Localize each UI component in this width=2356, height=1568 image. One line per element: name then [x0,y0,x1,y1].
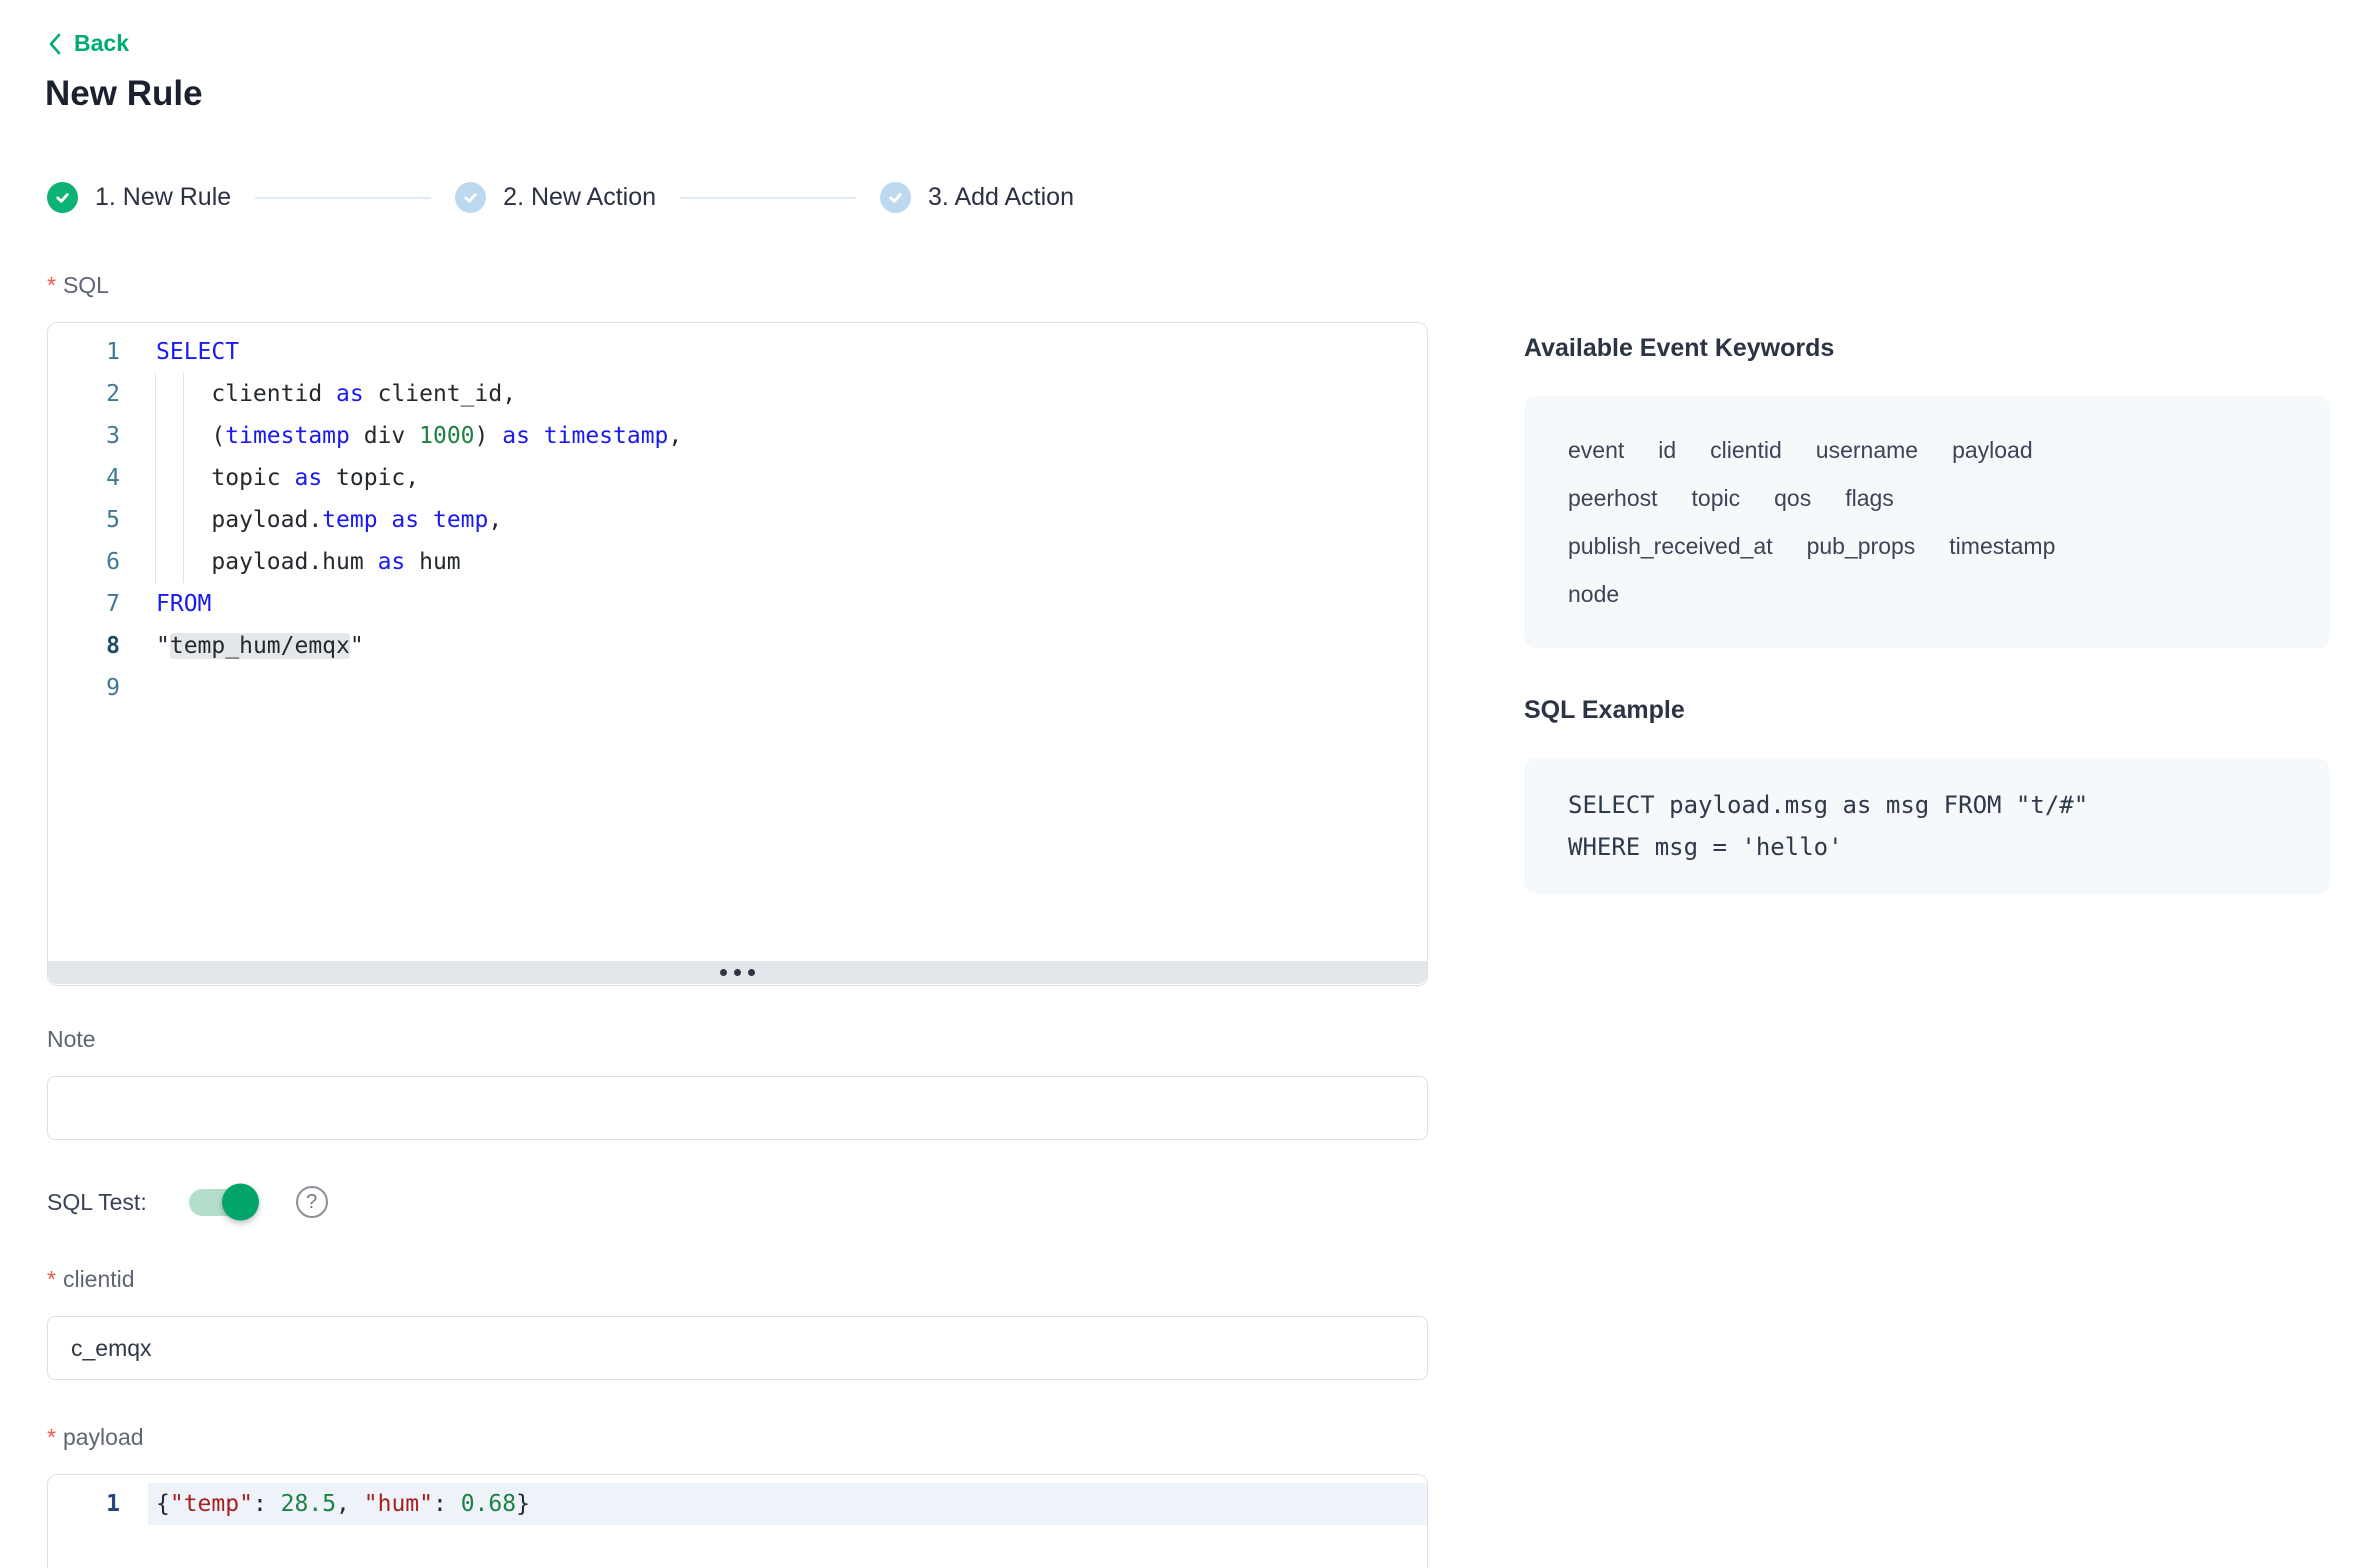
code-text: topic as topic, [148,457,1427,499]
keyword-id[interactable]: id [1658,426,1676,474]
line-number: 8 [48,625,148,667]
step-2-check-icon [455,182,486,213]
keyword-timestamp[interactable]: timestamp [1949,522,2055,570]
editor-resize-handle[interactable] [48,961,1427,984]
step-new-rule: 1. New Rule [47,182,231,213]
keyword-peerhost[interactable]: peerhost [1568,474,1658,522]
required-mark: * [47,1424,56,1450]
step-2-label: 2. New Action [503,183,656,212]
code-text: "temp_hum/emqx" [148,625,1427,667]
line-number: 1 [48,331,148,373]
code-line-3[interactable]: 3 (timestamp div 1000) as timestamp, [48,415,1427,457]
line-number: 9 [48,667,148,709]
keyword-row: node [1568,570,2286,618]
keyword-pub_props[interactable]: pub_props [1807,522,1916,570]
code-line-1[interactable]: 1SELECT [48,331,1427,373]
toggle-knob [222,1184,259,1221]
sql-field-label: *SQL [47,272,109,299]
keyword-flags[interactable]: flags [1845,474,1894,522]
code-line-8[interactable]: 8"temp_hum/emqx" [48,625,1427,667]
keyword-clientid[interactable]: clientid [1710,426,1782,474]
step-1-label: 1. New Rule [95,183,231,212]
back-button[interactable]: Back [47,30,129,57]
handle-dot [748,969,755,976]
indent-guide [183,373,184,583]
payload-field-label: *payload [47,1424,144,1451]
code-line-5[interactable]: 5 payload.temp as temp, [48,499,1427,541]
step-3-check-icon [880,182,911,213]
code-text: {"temp": 28.5, "hum": 0.68} [148,1483,1427,1525]
keyword-row: eventid clientid username payload [1568,426,2286,474]
required-mark: * [47,272,56,298]
step-3-label: 3. Add Action [928,183,1074,212]
keyword-qos[interactable]: qos [1774,474,1811,522]
step-1-check-icon [47,182,78,213]
payload-editor[interactable]: 1{"temp": 28.5, "hum": 0.68} [47,1474,1428,1568]
line-number: 6 [48,541,148,583]
code-line-7[interactable]: 7FROM [48,583,1427,625]
line-number: 1 [48,1483,148,1525]
step-connector [255,197,431,199]
line-number: 5 [48,499,148,541]
step-connector [680,197,856,199]
keyword-topic[interactable]: topic [1692,474,1741,522]
sql-test-row: SQL Test: ? [47,1186,328,1218]
back-label: Back [74,30,129,57]
help-icon[interactable]: ? [296,1186,328,1218]
note-field-label: Note [47,1026,96,1053]
chevron-left-icon [47,32,62,56]
code-line-6[interactable]: 6 payload.hum as hum [48,541,1427,583]
line-number: 7 [48,583,148,625]
step-new-action: 2. New Action [455,182,656,213]
page-title: New Rule [45,74,203,114]
steps-bar: 1. New Rule 2. New Action 3. Add Action [47,182,1074,213]
keyword-event[interactable]: event [1568,426,1624,474]
code-text: clientid as client_id, [148,373,1427,415]
keywords-box: eventid clientid username payload peerhost to… [1524,396,2330,648]
sql-test-toggle[interactable] [189,1189,256,1216]
handle-dot [734,969,741,976]
clientid-field-label: *clientid [47,1266,135,1293]
sql-test-label: SQL Test: [47,1189,147,1216]
required-mark: * [47,1266,56,1292]
code-text: payload.hum as hum [148,541,1427,583]
keyword-payload[interactable]: payload [1952,426,2033,474]
code-text: FROM [148,583,1427,625]
line-number: 2 [48,373,148,415]
code-line-1[interactable]: 1{"temp": 28.5, "hum": 0.68} [48,1483,1427,1525]
code-line-4[interactable]: 4 topic as topic, [48,457,1427,499]
keyword-row: peerhost topic qos flags [1568,474,2286,522]
code-text [148,667,1427,709]
code-line-9[interactable]: 9 [48,667,1427,709]
sql-editor[interactable]: 1SELECT2 clientid as client_id,3 (timest… [47,322,1428,986]
indent-guide [155,373,156,583]
new-rule-page: Back New Rule 1. New Rule 2. New Action … [0,0,2356,1568]
line-number: 3 [48,415,148,457]
keyword-node[interactable]: node [1568,570,1619,618]
handle-dot [720,969,727,976]
step-add-action: 3. Add Action [880,182,1074,213]
note-input[interactable] [47,1076,1428,1140]
code-text: (timestamp div 1000) as timestamp, [148,415,1427,457]
line-number: 4 [48,457,148,499]
keywords-panel-title: Available Event Keywords [1524,334,1834,363]
keyword-username[interactable]: username [1816,426,1918,474]
code-text: SELECT [148,331,1427,373]
sql-example-code: SELECT payload.msg as msg FROM "t/#" WHE… [1568,784,2300,868]
sql-example-title: SQL Example [1524,696,1685,725]
keyword-row: publish_received_at pub_props timestamp [1568,522,2286,570]
code-text: payload.temp as temp, [148,499,1427,541]
sql-example-box: SELECT payload.msg as msg FROM "t/#" WHE… [1524,758,2330,894]
keyword-publish_received_at[interactable]: publish_received_at [1568,522,1773,570]
code-line-2[interactable]: 2 clientid as client_id, [48,373,1427,415]
payload-code-lines: 1{"temp": 28.5, "hum": 0.68} [48,1475,1427,1525]
sql-code-lines: 1SELECT2 clientid as client_id,3 (timest… [48,323,1427,709]
keyword-rows: eventid clientid username payload peerhost to… [1568,426,2286,618]
clientid-input[interactable] [47,1316,1428,1380]
